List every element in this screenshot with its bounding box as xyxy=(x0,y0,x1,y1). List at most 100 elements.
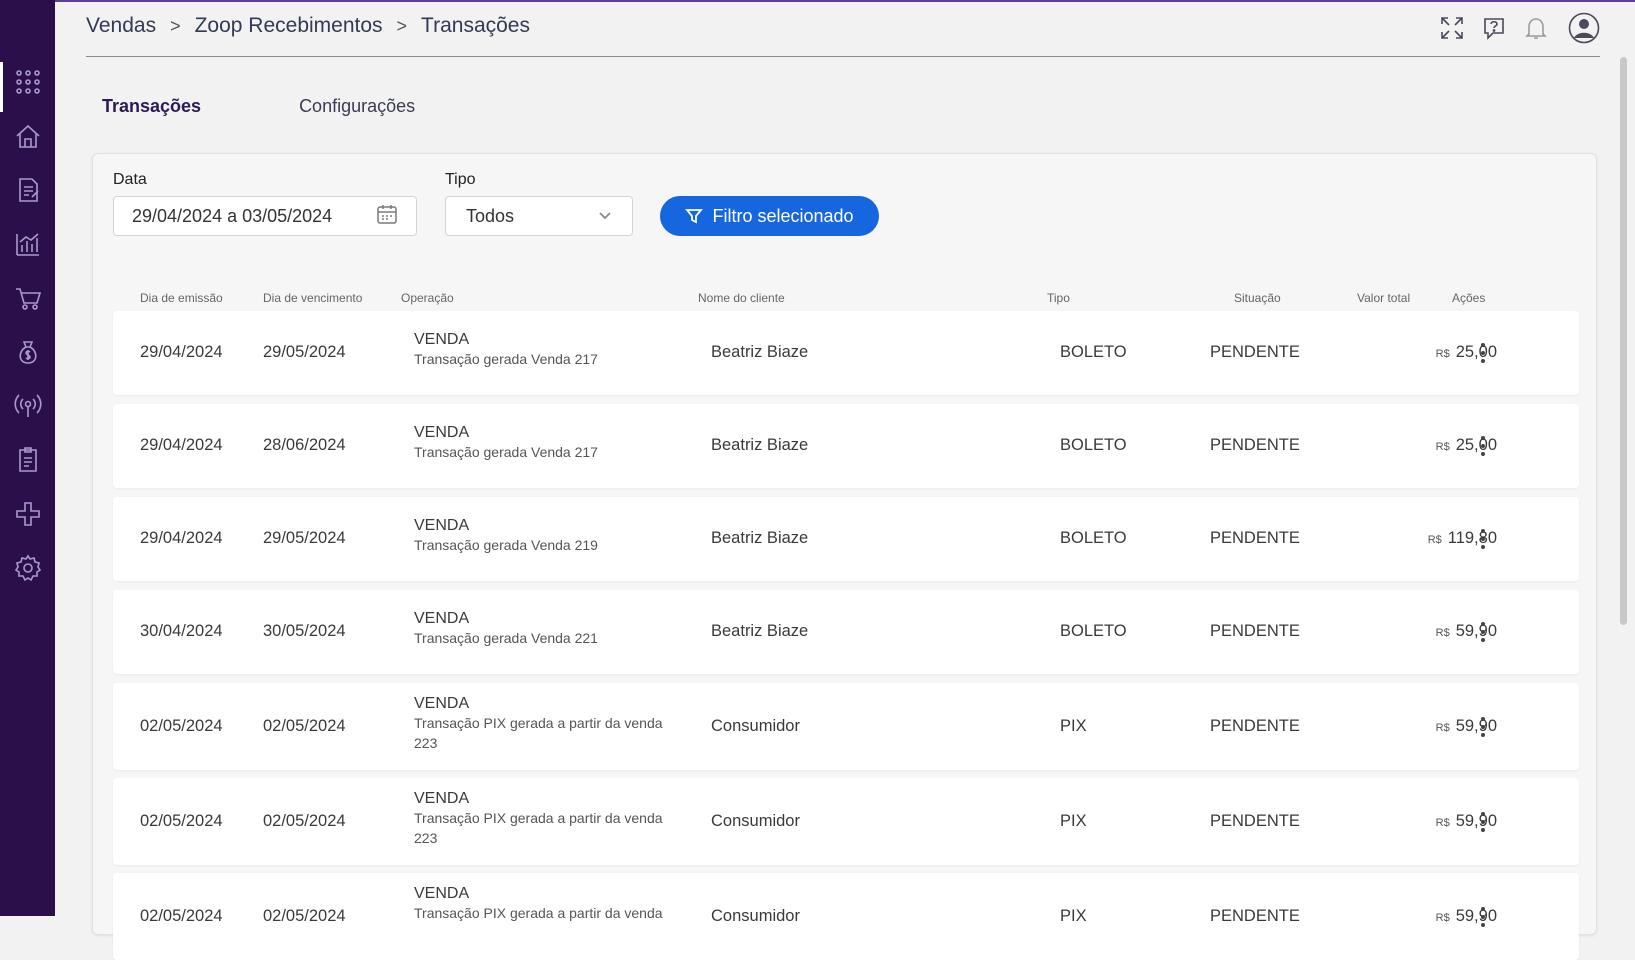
breadcrumb-zoop-recebimentos[interactable]: Zoop Recebimentos xyxy=(195,14,383,38)
col-emissao[interactable]: Dia de emissão xyxy=(140,291,223,305)
cell-operacao: VENDA Transação gerada Venda 217 xyxy=(414,331,679,369)
cell-emissao: 30/04/2024 xyxy=(140,622,223,640)
cell-vencimento: 02/05/2024 xyxy=(263,716,346,735)
operacao-title: VENDA xyxy=(414,610,470,627)
cell-operacao: VENDA Transação gerada Venda 217 xyxy=(414,424,679,462)
currency-symbol: R$ xyxy=(1427,534,1442,546)
report-icon[interactable] xyxy=(12,444,43,475)
table-row[interactable]: 02/05/2024 02/05/2024 VENDA Transação PIX g… xyxy=(113,778,1579,865)
more-actions-icon[interactable] xyxy=(1473,809,1493,835)
calendar-icon[interactable] xyxy=(376,203,398,230)
operacao-title: VENDA xyxy=(414,331,470,348)
cell-vencimento: 30/05/2024 xyxy=(263,622,346,640)
col-acoes: Ações xyxy=(1452,291,1486,305)
cell-situacao: PENDENTE xyxy=(1210,436,1300,454)
more-actions-icon[interactable] xyxy=(1473,714,1493,740)
cell-vencimento: 02/05/2024 xyxy=(263,811,346,830)
cell-vencimento: 29/05/2024 xyxy=(263,529,346,547)
table-row[interactable]: 29/04/2024 29/05/2024 VENDA Transação gerad… xyxy=(113,311,1579,395)
cell-cliente: Beatriz Biaze xyxy=(711,436,809,454)
cell-situacao: PENDENTE xyxy=(1210,343,1300,361)
money-bag-icon[interactable] xyxy=(12,336,43,367)
broadcast-icon[interactable] xyxy=(12,390,43,421)
cell-cliente: Beatriz Biaze xyxy=(711,622,809,640)
table-row[interactable]: 02/05/2024 02/05/2024 VENDA Transação PIX g… xyxy=(113,683,1579,770)
cell-tipo: PIX xyxy=(1060,716,1087,735)
cell-cliente: Consumidor xyxy=(711,906,800,925)
operacao-subtitle: Transação gerada Venda 219 xyxy=(414,537,598,553)
cell-vencimento: 29/05/2024 xyxy=(263,343,346,361)
operacao-title: VENDA xyxy=(414,424,470,441)
chevron-down-icon xyxy=(598,206,612,227)
cell-situacao: PENDENTE xyxy=(1210,622,1300,640)
cell-tipo: PIX xyxy=(1060,906,1087,925)
cell-cliente: Consumidor xyxy=(711,716,800,735)
operacao-title: VENDA xyxy=(414,695,470,712)
operacao-subtitle: Transação PIX gerada a partir da venda xyxy=(414,905,663,921)
sidebar xyxy=(0,0,55,916)
operacao-title: VENDA xyxy=(414,517,470,534)
col-operacao[interactable]: Operação xyxy=(401,291,454,305)
operacao-title: VENDA xyxy=(414,885,470,902)
more-actions-icon[interactable] xyxy=(1473,526,1493,552)
filter-button[interactable]: Filtro selecionado xyxy=(660,196,879,236)
home-icon[interactable] xyxy=(12,120,43,151)
cell-tipo: PIX xyxy=(1060,811,1087,830)
more-actions-icon[interactable] xyxy=(1473,433,1493,459)
tabs: Transações Configurações xyxy=(102,96,513,117)
more-actions-icon[interactable] xyxy=(1473,904,1493,930)
breadcrumb-vendas[interactable]: Vendas xyxy=(86,14,156,38)
cell-operacao: VENDA Transação PIX gerada a partir da ve… xyxy=(414,695,679,753)
table-row[interactable]: 29/04/2024 28/06/2024 VENDA Transação gerad… xyxy=(113,404,1579,488)
operacao-subtitle: Transação gerada Venda 217 xyxy=(414,444,598,460)
expand-icon[interactable] xyxy=(1436,12,1468,44)
type-select[interactable]: Todos xyxy=(445,196,633,236)
bell-icon[interactable] xyxy=(1520,12,1552,44)
currency-symbol: R$ xyxy=(1435,348,1450,360)
tab-configuracoes[interactable]: Configurações xyxy=(299,96,415,117)
breadcrumb-separator: > xyxy=(396,15,408,36)
scrollbar[interactable] xyxy=(1620,57,1627,625)
transactions-card: Data 29/04/2024 a 03/05/2024 Tipo Todos … xyxy=(92,153,1597,960)
header-actions xyxy=(1426,12,1600,44)
table-row[interactable]: 02/05/2024 02/05/2024 VENDA Transação PIX g… xyxy=(113,873,1579,960)
cell-operacao: VENDA Transação gerada Venda 221 xyxy=(414,610,679,648)
col-vencimento[interactable]: Dia de vencimento xyxy=(263,291,362,305)
more-actions-icon[interactable] xyxy=(1473,340,1493,366)
date-range-value: 29/04/2024 a 03/05/2024 xyxy=(132,205,333,226)
date-range-input[interactable]: 29/04/2024 a 03/05/2024 xyxy=(113,196,417,236)
cell-operacao: VENDA Transação gerada Venda 219 xyxy=(414,517,679,555)
col-tipo[interactable]: Tipo xyxy=(1047,291,1070,305)
tab-transacoes[interactable]: Transações xyxy=(102,96,201,117)
document-icon[interactable] xyxy=(12,174,43,205)
filter-icon xyxy=(685,209,704,224)
cell-emissao: 29/04/2024 xyxy=(140,529,223,547)
cell-vencimento: 02/05/2024 xyxy=(263,906,346,925)
table-header: Dia de emissão Dia de vencimento Operaçã… xyxy=(93,291,1596,307)
user-avatar-icon[interactable] xyxy=(1568,12,1600,44)
cell-emissao: 29/04/2024 xyxy=(140,343,223,361)
table-row[interactable]: 29/04/2024 29/05/2024 VENDA Transação gerad… xyxy=(113,497,1579,581)
breadcrumb-transacoes: Transações xyxy=(421,14,530,37)
cart-icon[interactable] xyxy=(12,282,43,313)
col-valor[interactable]: Valor total xyxy=(1357,291,1410,305)
apps-grid-icon[interactable] xyxy=(12,66,43,97)
type-select-value: Todos xyxy=(466,205,515,226)
col-cliente[interactable]: Nome do cliente xyxy=(698,291,785,305)
sidebar-active-indicator xyxy=(0,62,3,112)
operacao-subtitle: Transação gerada Venda 221 xyxy=(414,630,598,646)
col-situacao[interactable]: Situação xyxy=(1234,291,1281,305)
gear-icon[interactable] xyxy=(12,552,43,583)
cell-operacao: VENDA Transação PIX gerada a partir da ve… xyxy=(414,790,679,848)
cell-situacao: PENDENTE xyxy=(1210,811,1300,830)
cell-vencimento: 28/06/2024 xyxy=(263,436,346,454)
type-filter-label: Tipo xyxy=(445,171,476,188)
cell-situacao: PENDENTE xyxy=(1210,716,1300,735)
table-row[interactable]: 30/04/2024 30/05/2024 VENDA Transação gerad… xyxy=(113,590,1579,674)
cell-tipo: BOLETO xyxy=(1060,622,1127,640)
help-chat-icon[interactable] xyxy=(1478,12,1510,44)
cell-situacao: PENDENTE xyxy=(1210,906,1300,925)
integration-icon[interactable] xyxy=(12,498,43,529)
more-actions-icon[interactable] xyxy=(1473,619,1493,645)
chart-icon[interactable] xyxy=(12,228,43,259)
